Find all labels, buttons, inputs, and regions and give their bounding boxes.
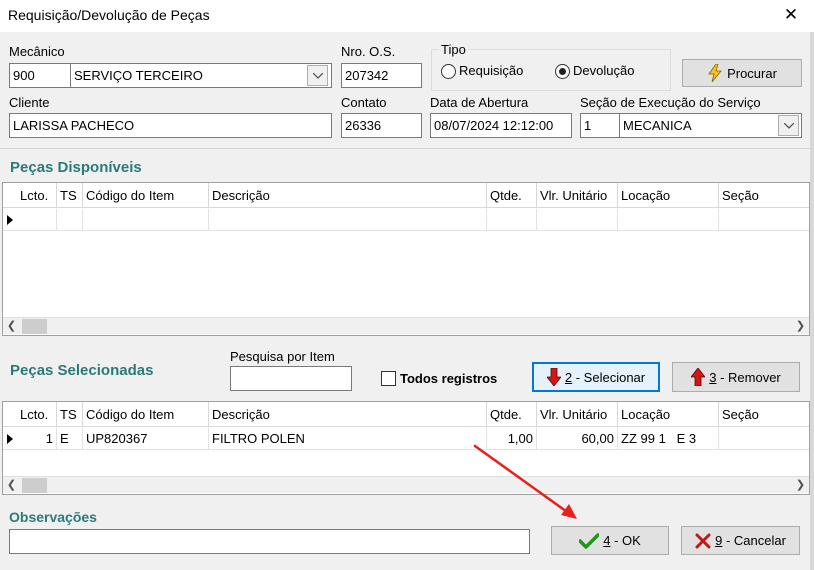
arrow-up-icon [691, 368, 706, 386]
col-descricao[interactable]: Descrição [209, 183, 487, 208]
col-ts[interactable]: TS [57, 183, 83, 208]
secao-code-field[interactable]: 1 [580, 113, 620, 138]
col-lcto[interactable]: Lcto. [17, 183, 57, 208]
col-ts[interactable]: TS [57, 402, 83, 427]
scroll-right-icon[interactable]: ❯ [792, 318, 809, 335]
observacoes-input[interactable] [9, 529, 530, 554]
col-lcto[interactable]: Lcto. [17, 402, 57, 427]
mecanico-dropdown-button[interactable] [307, 65, 328, 86]
pecas-disponiveis-grid[interactable]: Lcto. TS Código do Item Descrição Qtde. … [2, 182, 810, 336]
contato-label: Contato [341, 95, 387, 110]
nro-os-field[interactable]: 207342 [341, 63, 422, 88]
mecanico-code-field[interactable]: 900 [9, 63, 71, 88]
todos-registros-checkbox[interactable] [381, 371, 396, 386]
mecanico-name-combo[interactable]: SERVIÇO TERCEIRO [70, 63, 332, 88]
radio-requisicao-label[interactable]: Requisição [459, 63, 523, 78]
table-row-empty[interactable] [3, 209, 809, 231]
cell[interactable] [487, 209, 537, 231]
col-descricao[interactable]: Descrição [209, 402, 487, 427]
cell-lcto[interactable]: 1 [17, 428, 57, 450]
nro-os-label: Nro. O.S. [341, 44, 396, 59]
header-separator [0, 148, 810, 149]
procurar-button[interactable]: Procurar [682, 59, 802, 87]
x-mark-icon [695, 533, 711, 548]
horizontal-scrollbar[interactable]: ❮ ❯ [3, 317, 809, 334]
cell-locacao[interactable]: ZZ 99 1 E 3 [618, 428, 719, 450]
ok-button[interactable]: 4 - OK [551, 526, 669, 555]
procurar-label: Procurar [727, 65, 777, 81]
cancel-label: 9 - Cancelar [715, 533, 786, 548]
pesquisa-input[interactable] [230, 366, 352, 391]
arrow-down-icon [546, 368, 561, 386]
grid-header: Lcto. TS Código do Item Descrição Qtde. … [3, 402, 809, 427]
window-title: Requisição/Devolução de Peças [8, 7, 210, 23]
selecionar-button[interactable]: 2 - Selecionar [532, 362, 660, 392]
row-indicator-icon [7, 434, 13, 444]
secao-label: Seção de Execução do Serviço [580, 95, 761, 110]
col-qtde[interactable]: Qtde. [487, 402, 537, 427]
cell-descricao[interactable]: FILTRO POLEN [209, 428, 487, 450]
scroll-right-icon[interactable]: ❯ [792, 477, 809, 494]
close-icon[interactable]: ✕ [779, 3, 803, 27]
col-qtde[interactable]: Qtde. [487, 183, 537, 208]
contato-field[interactable]: 26336 [341, 113, 422, 138]
window-edge [810, 32, 814, 570]
mecanico-label: Mecânico [9, 44, 65, 59]
col-locacao[interactable]: Locação [618, 183, 719, 208]
scroll-thumb[interactable] [22, 319, 47, 334]
pecas-disponiveis-title: Peças Disponíveis [10, 159, 142, 176]
cell[interactable] [83, 209, 209, 231]
data-abertura-label: Data de Abertura [430, 95, 529, 110]
col-locacao[interactable]: Locação [618, 402, 719, 427]
secao-name-text: MECANICA [623, 118, 692, 133]
radio-devolucao[interactable] [555, 64, 570, 79]
cliente-label: Cliente [9, 95, 50, 110]
remover-button[interactable]: 3 - Remover [672, 362, 800, 392]
scroll-left-icon[interactable]: ❮ [3, 477, 20, 494]
cell-codigo[interactable]: UP820367 [83, 428, 209, 450]
checkmark-icon [579, 532, 600, 549]
cell[interactable] [209, 209, 487, 231]
cancel-button[interactable]: 9 - Cancelar [681, 526, 800, 555]
chevron-down-icon [783, 123, 794, 129]
radio-devolucao-label[interactable]: Devolução [573, 63, 634, 78]
data-abertura-field[interactable]: 08/07/2024 12:12:00 [430, 113, 572, 138]
cell[interactable] [618, 209, 719, 231]
radio-selected-dot [559, 68, 566, 75]
table-row[interactable]: 1 E UP820367 FILTRO POLEN 1,00 60,00 ZZ … [3, 428, 809, 450]
horizontal-scrollbar[interactable]: ❮ ❯ [3, 476, 809, 493]
observacoes-title: Observações [9, 509, 97, 525]
pesquisa-label: Pesquisa por Item [230, 349, 335, 364]
selecionar-label: 2 - Selecionar [564, 369, 646, 385]
cell-secao[interactable] [719, 428, 809, 450]
cell[interactable] [57, 209, 83, 231]
col-vlr-unitario[interactable]: Vlr. Unitário [537, 183, 618, 208]
col-vlr-unitario[interactable]: Vlr. Unitário [537, 402, 618, 427]
secao-name-combo[interactable]: MECANICA [619, 113, 802, 138]
radio-requisicao[interactable] [441, 64, 456, 79]
cell[interactable] [17, 209, 57, 231]
grid-header: Lcto. TS Código do Item Descrição Qtde. … [3, 183, 809, 208]
cell[interactable] [537, 209, 618, 231]
secao-dropdown-button[interactable] [778, 115, 799, 136]
pecas-selecionadas-title: Peças Selecionadas [10, 362, 154, 379]
col-secao[interactable]: Seção [719, 402, 809, 427]
ok-label: 4 - OK [603, 533, 641, 548]
lightning-icon [708, 64, 722, 82]
pecas-selecionadas-grid[interactable]: Lcto. TS Código do Item Descrição Qtde. … [2, 401, 810, 495]
col-secao[interactable]: Seção [719, 183, 809, 208]
col-codigo[interactable]: Código do Item [83, 183, 209, 208]
tipo-label: Tipo [439, 42, 468, 57]
col-codigo[interactable]: Código do Item [83, 402, 209, 427]
chevron-down-icon [312, 73, 323, 79]
cliente-field[interactable]: LARISSA PACHECO [9, 113, 332, 138]
cell-ts[interactable]: E [57, 428, 83, 450]
mecanico-name-text: SERVIÇO TERCEIRO [74, 68, 203, 83]
scroll-thumb[interactable] [22, 478, 47, 493]
todos-registros-label[interactable]: Todos registros [400, 371, 497, 386]
annotation-arrow-icon [473, 444, 577, 519]
row-indicator-icon [7, 215, 13, 225]
remover-label: 3 - Remover [709, 369, 781, 385]
scroll-left-icon[interactable]: ❮ [3, 318, 20, 335]
